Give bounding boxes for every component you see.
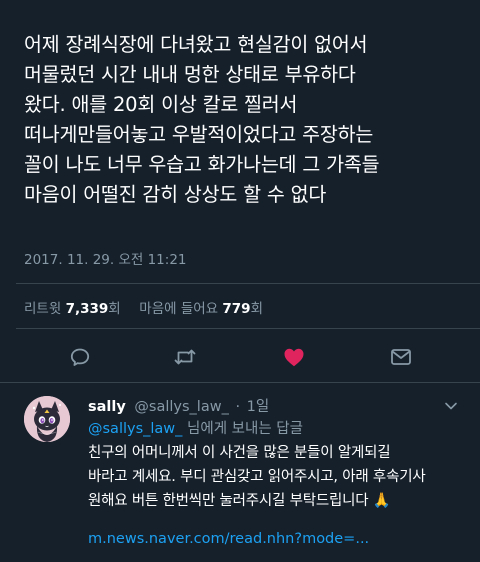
reply-text: 친구의 어머니께서 이 사건을 많은 분들이 알게되길 바라고 계세요. 부디 … — [88, 441, 473, 513]
envelope-icon — [391, 349, 411, 365]
divider — [16, 283, 480, 284]
tweet-text-line: 어제 장례식장에 다녀왔고 현실감이 없어서 — [24, 33, 368, 56]
cat-avatar-icon — [24, 396, 70, 442]
separator-dot: · — [235, 399, 241, 415]
reply-text-line: 원해요 버튼 한번씩만 눌러주시길 부탁드립니다 🙏 — [88, 493, 391, 509]
like-unit: 회 — [250, 301, 263, 317]
reply-icon — [70, 348, 90, 366]
like-count: 779 — [222, 301, 251, 317]
tweet-text-line: 꼴이 나도 너무 우습고 화가나는데 그 가족들 — [24, 153, 380, 176]
retweet-stat[interactable]: 리트윗 7,339회 — [24, 301, 125, 317]
like-label: 마음에 들어요 — [139, 301, 219, 317]
tweet-text-line: 마음이 어떨진 감히 상상도 할 수 없다 — [24, 183, 327, 206]
reply-tweet[interactable]: sally @sallys_law_ · 1일 @sallys_law_ 님에게… — [0, 383, 480, 562]
retweet-icon — [174, 349, 196, 365]
replying-to-label: 님에게 보내는 답글 — [182, 421, 303, 437]
reply-text-line: 바라고 계세요. 부디 관심갖고 읽어주시고, 아래 후속기사 — [88, 469, 426, 485]
reply-header: sally @sallys_law_ · 1일 — [88, 395, 269, 416]
replying-to-mention[interactable]: @sallys_law_ — [88, 421, 182, 437]
retweet-button[interactable] — [171, 343, 199, 371]
tweet-text-line: 떠나게만들어놓고 우발적이었다고 주장하는 — [24, 123, 374, 146]
replying-to: @sallys_law_ 님에게 보내는 답글 — [88, 417, 303, 438]
direct-message-button[interactable] — [387, 343, 415, 371]
like-button[interactable] — [280, 343, 308, 371]
retweet-label: 리트윗 — [24, 301, 62, 317]
like-stat[interactable]: 마음에 들어요 779회 — [139, 301, 263, 317]
tweet-text-line: 머물렀던 시간 내내 멍한 상태로 부유하다 — [24, 63, 356, 86]
tweet-timestamp: 2017. 11. 29. 오전 11:21 — [24, 252, 187, 268]
reply-button[interactable] — [66, 343, 94, 371]
divider — [16, 328, 480, 329]
reply-time: 1일 — [246, 399, 270, 415]
heart-icon — [284, 348, 304, 367]
tweet-text: 어제 장례식장에 다녀왔고 현실감이 없어서 머물렀던 시간 내내 멍한 상태로… — [24, 30, 474, 210]
reply-handle[interactable]: @sallys_law_ — [134, 399, 228, 415]
reply-link[interactable]: m.news.naver.com/read.nhn?mode=... — [88, 531, 369, 547]
reply-display-name[interactable]: sally — [88, 399, 126, 415]
tweet-detail-page: 어제 장례식장에 다녀왔고 현실감이 없어서 머물렀던 시간 내내 멍한 상태로… — [0, 0, 480, 562]
reply-text-line: 친구의 어머니께서 이 사건을 많은 분들이 알게되길 — [88, 445, 391, 461]
retweet-count: 7,339 — [65, 301, 109, 317]
tweet-text-line: 왔다. 애를 20회 이상 칼로 찔러서 — [24, 93, 298, 116]
chevron-down-icon[interactable] — [442, 397, 460, 415]
retweet-unit: 회 — [108, 301, 121, 317]
avatar[interactable] — [24, 396, 70, 442]
tweet-stats: 리트윗 7,339회 마음에 들어요 779회 — [24, 297, 263, 317]
tweet-action-bar — [0, 343, 480, 371]
